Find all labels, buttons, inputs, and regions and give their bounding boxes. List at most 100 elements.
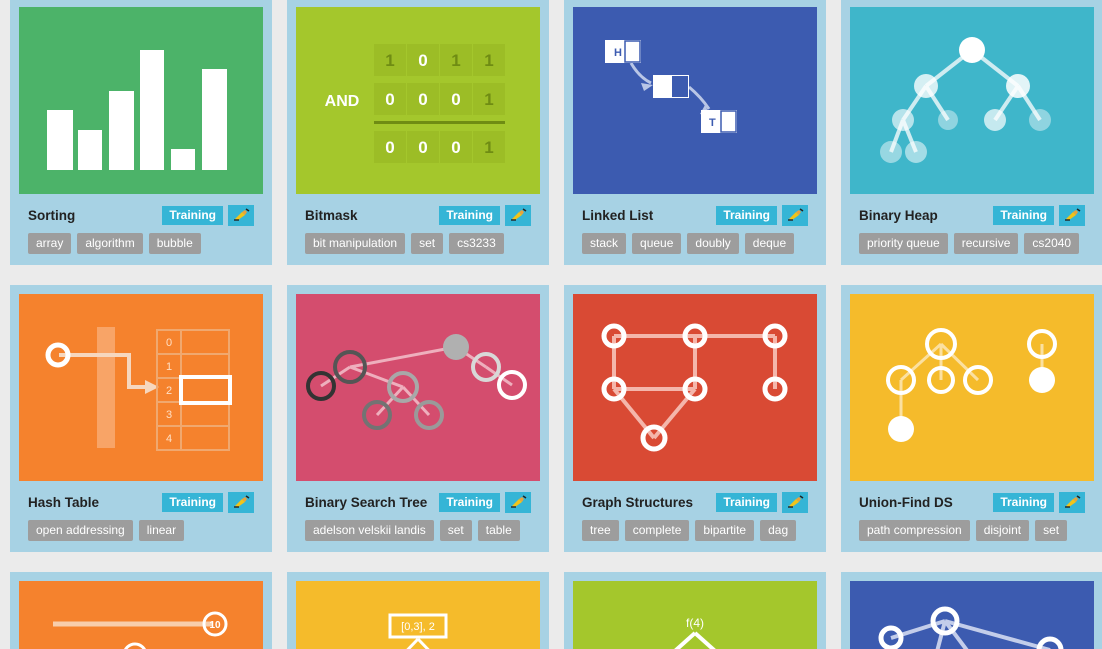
tag[interactable]: open addressing (28, 520, 133, 541)
tag-list: stack queue doubly deque (582, 233, 808, 254)
card-title-row: Linked List Training (582, 202, 808, 228)
card-title: Union-Find DS (859, 494, 953, 510)
card-title-row: Hash Table Training (28, 489, 254, 515)
tag[interactable]: queue (632, 233, 682, 254)
card-row3-3[interactable]: f(4) 2 1 (564, 572, 826, 649)
thumbnail-binary-heap[interactable] (850, 7, 1094, 194)
card-linked-list[interactable]: H T Linked List Training stack queue dou… (564, 0, 826, 265)
svg-text:0: 0 (385, 90, 394, 109)
card-title-row: Union-Find DS Training (859, 489, 1085, 515)
card-sorting[interactable]: Sorting Training array algorithm bubble (10, 0, 272, 265)
tag[interactable]: path compression (859, 520, 970, 541)
tag[interactable]: tree (582, 520, 619, 541)
pencil-icon[interactable] (782, 204, 808, 226)
status-badge: Training (162, 205, 223, 225)
thumbnail-binary-search-tree[interactable] (296, 294, 540, 481)
tag[interactable]: set (439, 520, 472, 541)
card-graph-structures[interactable]: Graph Structures Training tree complete … (564, 285, 826, 552)
card-title: Sorting (28, 207, 76, 223)
tag[interactable]: complete (624, 520, 690, 541)
tag[interactable]: set (1035, 520, 1068, 541)
card-title-row: Bitmask Training (305, 202, 531, 228)
svg-text:0: 0 (418, 138, 427, 157)
card-binary-search-tree[interactable]: Binary Search Tree Training adelson vels… (287, 285, 549, 552)
pencil-icon[interactable] (228, 491, 254, 513)
pencil-icon[interactable] (1059, 491, 1085, 513)
card-body: Hash Table Training open addressing line… (19, 481, 263, 552)
status-badge: Training (162, 492, 223, 512)
thumbnail-sorting[interactable] (19, 7, 263, 194)
svg-text:T: T (709, 117, 716, 129)
thumbnail-union-find[interactable] (850, 294, 1094, 481)
card-union-find-ds[interactable]: Union-Find DS Training path compression … (841, 285, 1102, 552)
card-title: Bitmask (305, 207, 358, 223)
tag[interactable]: dag (760, 520, 797, 541)
card-body: Sorting Training array algorithm bubble (19, 194, 263, 265)
card-title-row: Graph Structures Training (582, 489, 808, 515)
tag-list: tree complete bipartite dag (582, 520, 808, 541)
card-row3-4[interactable] (841, 572, 1102, 649)
status-badge: Training (993, 492, 1054, 512)
tag[interactable]: doubly (687, 233, 739, 254)
tag[interactable]: bipartite (695, 520, 755, 541)
visualization-card-grid: Sorting Training array algorithm bubble (0, 0, 1102, 649)
card-title: Hash Table (28, 494, 100, 510)
card-row3-2[interactable]: [0,3], 2 (287, 572, 549, 649)
tag[interactable]: cs3233 (449, 233, 504, 254)
svg-text:1: 1 (484, 90, 493, 109)
card-body: Linked List Training stack queue doubly … (573, 194, 817, 265)
tag[interactable]: stack (582, 233, 627, 254)
thumbnail-graph-blue[interactable] (850, 581, 1094, 649)
tag[interactable]: recursive (953, 233, 1019, 254)
card-body: Binary Search Tree Training adelson vels… (296, 481, 540, 552)
thumb-background (19, 581, 263, 649)
thumbnail-sliders[interactable]: 10 2 (19, 581, 263, 649)
tag[interactable]: linear (138, 520, 185, 541)
tag[interactable]: bit manipulation (305, 233, 406, 254)
tag[interactable]: disjoint (975, 520, 1030, 541)
card-title-row: Binary Heap Training (859, 202, 1085, 228)
tag[interactable]: deque (744, 233, 795, 254)
tag[interactable]: priority queue (859, 233, 948, 254)
svg-text:3: 3 (166, 409, 172, 421)
card-title: Linked List (582, 207, 654, 223)
tag[interactable]: bubble (148, 233, 201, 254)
svg-text:0: 0 (385, 138, 394, 157)
tag[interactable]: cs2040 (1024, 233, 1080, 254)
pencil-icon[interactable] (1059, 204, 1085, 226)
tag[interactable]: array (28, 233, 72, 254)
pencil-icon[interactable] (228, 204, 254, 226)
svg-text:2: 2 (166, 385, 172, 397)
thumbnail-bitmask[interactable]: AND 1 0 1 1 0 0 0 1 0 0 0 1 (296, 7, 540, 194)
pencil-icon[interactable] (505, 204, 531, 226)
svg-text:0: 0 (418, 90, 427, 109)
card-title-row: Sorting Training (28, 202, 254, 228)
thumbnail-recursion-tree[interactable]: f(4) 2 1 (573, 581, 817, 649)
tag[interactable]: adelson velskii landis (305, 520, 434, 541)
pencil-icon[interactable] (782, 491, 808, 513)
card-bitmask[interactable]: AND 10 11 00 01 00 01 Bitmask Training b… (287, 0, 549, 265)
svg-text:H: H (614, 47, 622, 59)
tag-list: array algorithm bubble (28, 233, 254, 254)
tag-list: priority queue recursive cs2040 (859, 233, 1085, 254)
card-binary-heap[interactable]: Binary Heap Training priority queue recu… (841, 0, 1102, 265)
thumbnail-linked-list[interactable]: H T (573, 7, 817, 194)
tag-list: open addressing linear (28, 520, 254, 541)
tag-list: bit manipulation set cs3233 (305, 233, 531, 254)
thumbnail-hash-table[interactable]: 0 1 2 3 4 (19, 294, 263, 481)
slider-value: 10 (209, 620, 221, 631)
pencil-icon[interactable] (505, 491, 531, 513)
thumb-background (850, 294, 1094, 481)
tag[interactable]: table (477, 520, 520, 541)
card-row3-1[interactable]: 10 2 (10, 572, 272, 649)
card-body: Union-Find DS Training path compression … (850, 481, 1094, 552)
thumbnail-graph-structures[interactable] (573, 294, 817, 481)
card-hash-table[interactable]: 0 1 2 3 4 Hash Table Training open addressi… (10, 285, 272, 552)
thumbnail-segment-tree[interactable]: [0,3], 2 (296, 581, 540, 649)
status-badge: Training (439, 205, 500, 225)
card-body: Binary Heap Training priority queue recu… (850, 194, 1094, 265)
tag[interactable]: set (411, 233, 444, 254)
segment-tree-root-label: [0,3], 2 (401, 621, 435, 633)
tag[interactable]: algorithm (77, 233, 143, 254)
tag-list: adelson velskii landis set table (305, 520, 531, 541)
